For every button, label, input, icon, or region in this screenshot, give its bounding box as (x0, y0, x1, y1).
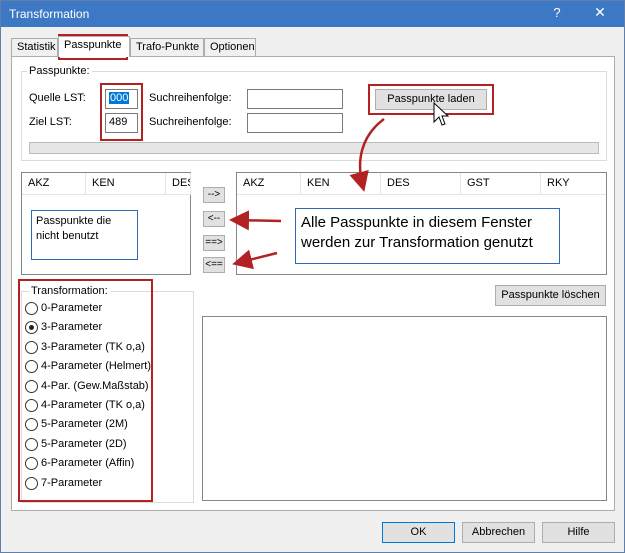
close-icon[interactable]: ✕ (591, 4, 609, 22)
unused-points-note: Passpunkte die nicht benutzt (31, 210, 138, 260)
transformation-dialog: Transformation ? ✕ Statistik Passpunkte … (0, 0, 625, 553)
suchreihenfolge-2-label: Suchreihenfolge: (149, 116, 232, 128)
highlight-lst-inputs (100, 83, 143, 141)
help-button[interactable]: Hilfe (542, 522, 615, 543)
progress-bar (29, 142, 599, 154)
passpunkte-loeschen-button[interactable]: Passpunkte löschen (495, 285, 606, 306)
help-icon[interactable]: ? (549, 5, 565, 21)
suchreihenfolge-1-input[interactable] (247, 89, 343, 109)
suchreihenfolge-2-input[interactable] (247, 113, 343, 133)
unused-list-header: AKZ KEN DES (22, 173, 191, 195)
move-right-button[interactable]: --> (203, 187, 225, 203)
unused-col-akz[interactable]: AKZ (22, 173, 86, 195)
highlight-load-button (368, 84, 494, 115)
used-points-note: Alle Passpunkte in diesem Fenster werden… (295, 208, 560, 264)
tab-passpunkte[interactable]: Passpunkte (58, 36, 130, 57)
move-left-button[interactable]: <-- (203, 211, 225, 227)
ziel-lst-label: Ziel LST: (29, 116, 72, 128)
used-col-gst[interactable]: GST (461, 173, 541, 195)
used-col-ken[interactable]: KEN (301, 173, 381, 195)
move-all-right-button[interactable]: ==> (203, 235, 225, 251)
suchreihenfolge-1-label: Suchreihenfolge: (149, 92, 232, 104)
quelle-lst-label: Quelle LST: (29, 92, 86, 104)
move-all-left-button[interactable]: <== (203, 257, 225, 273)
used-list-header: AKZ KEN DES GST RKY (237, 173, 606, 195)
used-col-rky[interactable]: RKY (541, 173, 607, 195)
window-title: Transformation (9, 7, 90, 21)
used-col-des[interactable]: DES (381, 173, 461, 195)
passpunkte-group-label: Passpunkte: (27, 65, 92, 77)
ok-button[interactable]: OK (382, 522, 455, 543)
unused-col-des[interactable]: DES (166, 173, 191, 195)
tab-statistik[interactable]: Statistik (11, 38, 58, 56)
unused-col-ken[interactable]: KEN (86, 173, 166, 195)
tab-optionen[interactable]: Optionen (204, 38, 256, 56)
cancel-button[interactable]: Abbrechen (462, 522, 535, 543)
used-col-akz[interactable]: AKZ (237, 173, 301, 195)
output-area[interactable] (202, 316, 607, 501)
title-bar: Transformation ? ✕ (1, 1, 624, 27)
highlight-transformation (18, 279, 153, 502)
tab-trafo-punkte[interactable]: Trafo-Punkte (130, 38, 204, 56)
